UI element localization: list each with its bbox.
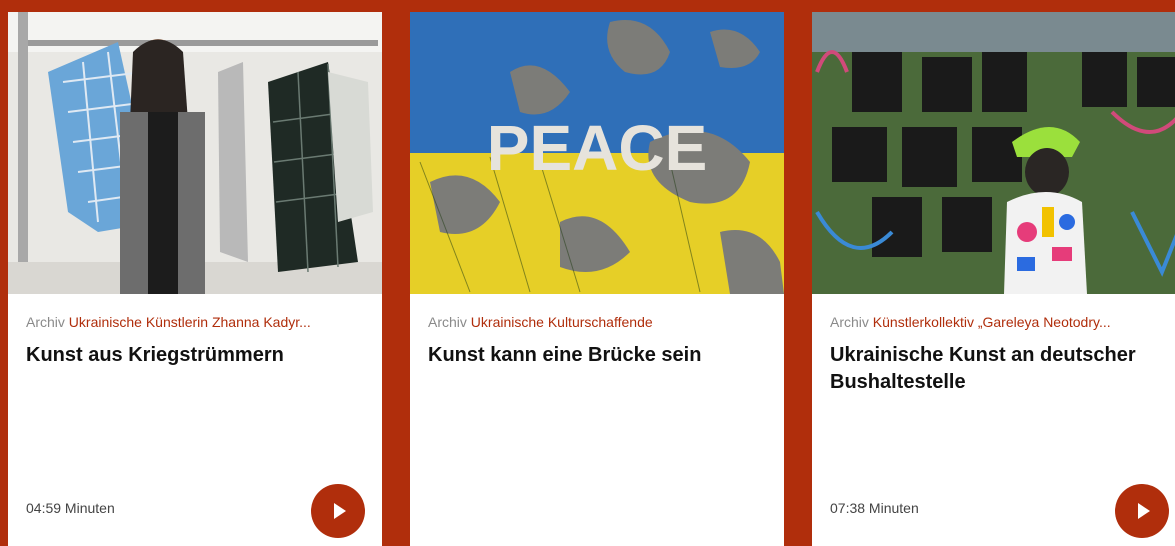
play-button[interactable] (1115, 484, 1169, 538)
archive-label: Archiv (26, 314, 65, 330)
play-icon (1138, 503, 1150, 519)
article-meta: Archiv Ukrainische Kulturschaffende (428, 314, 770, 330)
article-card[interactable]: PEACE Archiv Ukrainische Kulturschaffend… (410, 12, 784, 546)
archive-label: Archiv (428, 314, 467, 330)
audio-duration: 07:38 Minuten (830, 500, 919, 516)
article-kicker[interactable]: Ukrainische Kulturschaffende (471, 314, 653, 330)
article-title[interactable]: Kunst aus Kriegstrümmern (26, 342, 356, 369)
article-card[interactable]: Archiv Ukrainische Künstlerin Zhanna Kad… (8, 12, 382, 546)
article-kicker[interactable]: Ukrainische Künstlerin Zhanna Kadyr... (69, 314, 311, 330)
play-icon (334, 503, 346, 519)
play-button[interactable] (311, 484, 365, 538)
article-title[interactable]: Ukrainische Kunst an deutscher Bushaltes… (830, 342, 1160, 396)
article-meta: Archiv Ukrainische Künstlerin Zhanna Kad… (26, 314, 368, 330)
graffiti-photo-illustration (812, 12, 1175, 294)
article-meta: Archiv Künstlerkollektiv „Gareleya Neoto… (830, 314, 1172, 330)
article-image[interactable] (812, 12, 1175, 294)
archive-label: Archiv (830, 314, 869, 330)
article-card[interactable]: Archiv Künstlerkollektiv „Gareleya Neoto… (812, 12, 1175, 546)
peace-wall-illustration: PEACE (410, 12, 784, 294)
peace-wall-text: PEACE (487, 112, 708, 184)
audio-duration: 04:59 Minuten (26, 500, 115, 516)
article-image[interactable] (8, 12, 382, 294)
article-title[interactable]: Kunst kann eine Brücke sein (428, 342, 758, 369)
article-kicker[interactable]: Künstlerkollektiv „Gareleya Neotodry... (873, 314, 1111, 330)
artist-photo-illustration (8, 12, 382, 294)
article-image[interactable]: PEACE (410, 12, 784, 294)
